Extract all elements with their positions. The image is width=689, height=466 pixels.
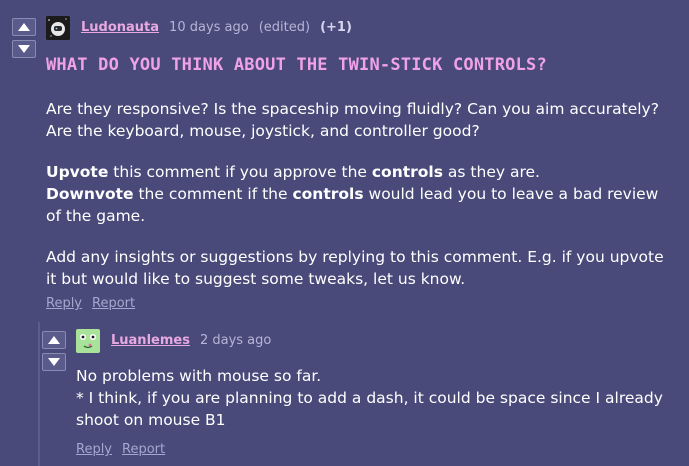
arrow-down-icon bbox=[48, 358, 60, 366]
reply-report-link[interactable]: Report bbox=[122, 442, 165, 457]
reply-meta: Luanlemes 2 days ago bbox=[111, 333, 271, 348]
astronaut-avatar-icon[interactable] bbox=[46, 16, 70, 40]
reply-link[interactable]: Reply bbox=[46, 296, 82, 311]
reply-reply-link[interactable]: Reply bbox=[76, 442, 112, 457]
downvote-emphasis: Downvote bbox=[46, 185, 134, 203]
upvote-button[interactable] bbox=[12, 18, 36, 36]
comment-paragraph-questions: Are they responsive? Is the spaceship mo… bbox=[46, 100, 659, 140]
upvote-text: this comment if you approve the bbox=[108, 163, 372, 181]
reply-timestamp: 2 days ago bbox=[199, 333, 272, 348]
reply-thread-line bbox=[38, 322, 40, 466]
comment-title: WHAT DO YOU THINK ABOUT THE TWIN-STICK C… bbox=[46, 55, 547, 75]
report-link[interactable]: Report bbox=[92, 296, 135, 311]
upvote-emphasis: Upvote bbox=[46, 163, 109, 181]
comment-actions: Reply Report bbox=[46, 296, 135, 311]
comment-timestamp: 10 days ago bbox=[169, 20, 249, 35]
comment-edited-label: (edited) bbox=[258, 20, 311, 35]
reply-line-1: No problems with mouse so far. bbox=[76, 367, 322, 385]
reply-upvote-button[interactable] bbox=[42, 331, 66, 349]
reply-body: No problems with mouse so far. * I think… bbox=[76, 365, 676, 431]
green-frog-avatar-icon[interactable] bbox=[76, 329, 100, 353]
downvote-button[interactable] bbox=[12, 40, 36, 58]
reply-actions: Reply Report bbox=[76, 442, 165, 457]
downvote-text: the comment if the bbox=[133, 185, 293, 203]
comment-score: (+1) bbox=[320, 20, 352, 35]
arrow-up-icon bbox=[18, 23, 30, 31]
comment-meta: Ludonauta 10 days ago (edited) (+1) bbox=[81, 20, 352, 35]
comment-paragraph-insights: Add any insights or suggestions by reply… bbox=[46, 248, 664, 288]
reply-author-link[interactable]: Luanlemes bbox=[111, 333, 190, 348]
comment-author-link[interactable]: Ludonauta bbox=[81, 20, 159, 35]
comment-paragraph-voting: Upvote this comment if you approve the c… bbox=[46, 161, 676, 227]
reply-downvote-button[interactable] bbox=[42, 353, 66, 371]
arrow-up-icon bbox=[48, 336, 60, 344]
controls-emphasis: controls bbox=[371, 163, 443, 181]
controls-emphasis-2: controls bbox=[292, 185, 364, 203]
upvote-text-end: as they are. bbox=[442, 163, 540, 181]
arrow-down-icon bbox=[18, 45, 30, 53]
comment-vote-controls bbox=[12, 18, 36, 58]
reply-line-2: * I think, if you are planning to add a … bbox=[76, 389, 663, 429]
reply-vote-controls bbox=[42, 331, 66, 371]
comment-body: Are they responsive? Is the spaceship mo… bbox=[46, 98, 676, 290]
